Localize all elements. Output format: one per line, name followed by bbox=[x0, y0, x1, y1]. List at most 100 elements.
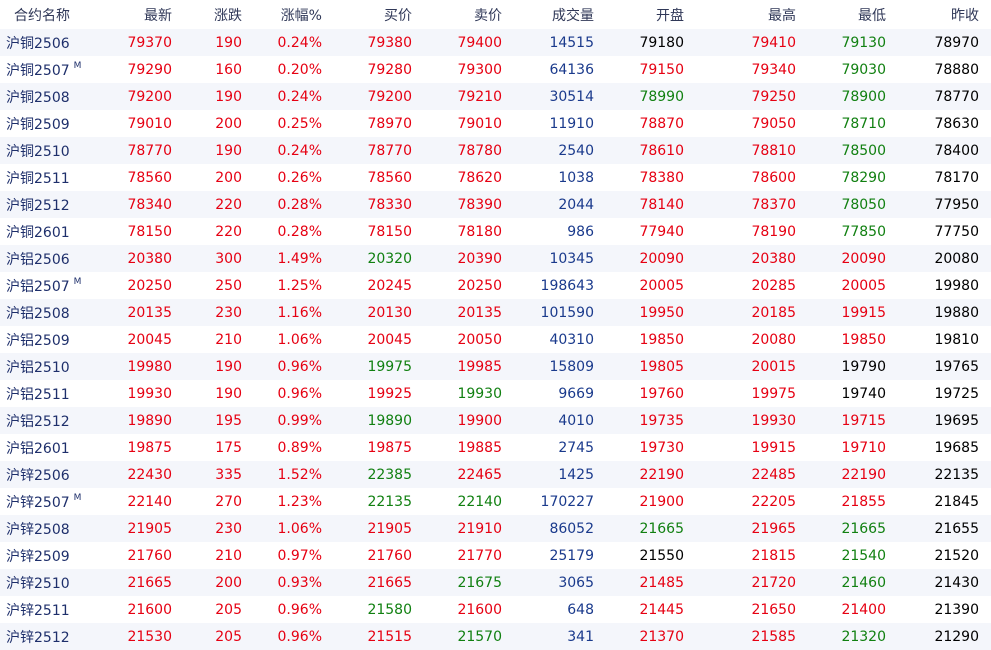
column-header-open[interactable]: 开盘 bbox=[606, 0, 696, 29]
change-cell: 190 bbox=[184, 29, 254, 56]
table-row[interactable]: 沪锌2508 21905 230 1.06% 21905 21910 86052 21665 2… bbox=[0, 515, 991, 542]
table-row[interactable]: 沪铜2506 79370 190 0.24% 79380 79400 14515 79180 7… bbox=[0, 29, 991, 56]
column-header-prev-close[interactable]: 昨收 bbox=[898, 0, 991, 29]
contract-name-cell[interactable]: 沪铜2510 bbox=[0, 137, 100, 164]
column-header-volume[interactable]: 成交量 bbox=[514, 0, 606, 29]
high-cell: 78190 bbox=[696, 218, 808, 245]
contract-name-cell[interactable]: 沪铜2601 bbox=[0, 218, 100, 245]
column-header-last-price[interactable]: 最新 bbox=[100, 0, 184, 29]
contract-name-cell[interactable]: 沪铜2506 bbox=[0, 29, 100, 56]
contract-name-cell[interactable]: 沪锌2512 bbox=[0, 623, 100, 650]
contract-name-cell[interactable]: 沪铜2509 bbox=[0, 110, 100, 137]
column-header-high[interactable]: 最高 bbox=[696, 0, 808, 29]
contract-name-cell[interactable]: 沪锌2509 bbox=[0, 542, 100, 569]
ask-cell: 19930 bbox=[424, 380, 514, 407]
table-row[interactable]: 沪铝2506 20380 300 1.49% 20320 20390 10345 20090 2… bbox=[0, 245, 991, 272]
contract-name-cell[interactable]: 沪锌2510 bbox=[0, 569, 100, 596]
last-price-cell: 22140 bbox=[100, 488, 184, 515]
open-cell: 22190 bbox=[606, 461, 696, 488]
column-header-contract-name[interactable]: 合约名称 bbox=[0, 0, 100, 29]
low-cell: 19790 bbox=[808, 353, 898, 380]
table-row[interactable]: 沪铜2510 78770 190 0.24% 78770 78780 2540 78610 78… bbox=[0, 137, 991, 164]
contract-name-cell[interactable]: 沪铝2507 M bbox=[0, 272, 100, 299]
contract-name-cell[interactable]: 沪铜2511 bbox=[0, 164, 100, 191]
table-row[interactable]: 沪铜2601 78150 220 0.28% 78150 78180 986 77940 781… bbox=[0, 218, 991, 245]
change-percent-cell: 0.93% bbox=[254, 569, 334, 596]
contract-name-cell[interactable]: 沪锌2507 M bbox=[0, 488, 100, 515]
high-cell: 20285 bbox=[696, 272, 808, 299]
open-cell: 79150 bbox=[606, 56, 696, 83]
table-row[interactable]: 沪锌2512 21530 205 0.96% 21515 21570 341 21370 215… bbox=[0, 623, 991, 650]
table-row[interactable]: 沪铜2507 M 79290 160 0.20% 79280 79300 64136 79150… bbox=[0, 56, 991, 83]
contract-name-cell[interactable]: 沪铜2507 M bbox=[0, 56, 100, 83]
ask-cell: 20135 bbox=[424, 299, 514, 326]
contract-name-cell[interactable]: 沪铝2601 bbox=[0, 434, 100, 461]
change-cell: 205 bbox=[184, 596, 254, 623]
contract-name-cell[interactable]: 沪铝2506 bbox=[0, 245, 100, 272]
column-header-change-percent[interactable]: 涨幅% bbox=[254, 0, 334, 29]
contract-name: 沪铜2508 bbox=[6, 89, 70, 106]
open-cell: 21370 bbox=[606, 623, 696, 650]
table-row[interactable]: 沪铝2510 19980 190 0.96% 19975 19985 15809 19805 2… bbox=[0, 353, 991, 380]
table-row[interactable]: 沪铝2601 19875 175 0.89% 19875 19885 2745 19730 19… bbox=[0, 434, 991, 461]
bid-cell: 79280 bbox=[334, 56, 424, 83]
table-row[interactable]: 沪铝2507 M 20250 250 1.25% 20245 20250 198643 2000… bbox=[0, 272, 991, 299]
change-percent-cell: 0.89% bbox=[254, 434, 334, 461]
ask-cell: 78180 bbox=[424, 218, 514, 245]
ask-cell: 21770 bbox=[424, 542, 514, 569]
change-percent-cell: 0.28% bbox=[254, 218, 334, 245]
ask-cell: 21675 bbox=[424, 569, 514, 596]
bid-cell: 21665 bbox=[334, 569, 424, 596]
contract-name-cell[interactable]: 沪锌2511 bbox=[0, 596, 100, 623]
table-row[interactable]: 沪铜2509 79010 200 0.25% 78970 79010 11910 78870 7… bbox=[0, 110, 991, 137]
table-row[interactable]: 沪铝2509 20045 210 1.06% 20045 20050 40310 19850 2… bbox=[0, 326, 991, 353]
table-row[interactable]: 沪铜2508 79200 190 0.24% 79200 79210 30514 78990 7… bbox=[0, 83, 991, 110]
table-row[interactable]: 沪锌2511 21600 205 0.96% 21580 21600 648 21445 216… bbox=[0, 596, 991, 623]
contract-name-cell[interactable]: 沪铝2509 bbox=[0, 326, 100, 353]
change-cell: 300 bbox=[184, 245, 254, 272]
prev-close-cell: 21430 bbox=[898, 569, 991, 596]
table-row[interactable]: 沪铝2508 20135 230 1.16% 20130 20135 101590 19950… bbox=[0, 299, 991, 326]
contract-name-cell[interactable]: 沪锌2506 bbox=[0, 461, 100, 488]
change-percent-cell: 1.25% bbox=[254, 272, 334, 299]
ask-cell: 79400 bbox=[424, 29, 514, 56]
column-header-ask[interactable]: 卖价 bbox=[424, 0, 514, 29]
open-cell: 78610 bbox=[606, 137, 696, 164]
high-cell: 20185 bbox=[696, 299, 808, 326]
high-cell: 78810 bbox=[696, 137, 808, 164]
contract-name-cell[interactable]: 沪铝2512 bbox=[0, 407, 100, 434]
open-cell: 19730 bbox=[606, 434, 696, 461]
table-row[interactable]: 沪锌2507 M 22140 270 1.23% 22135 22140 170227 2190… bbox=[0, 488, 991, 515]
contract-name-cell[interactable]: 沪铝2510 bbox=[0, 353, 100, 380]
volume-cell: 2540 bbox=[514, 137, 606, 164]
table-row[interactable]: 沪锌2510 21665 200 0.93% 21665 21675 3065 21485 21… bbox=[0, 569, 991, 596]
contract-name-cell[interactable]: 沪铜2508 bbox=[0, 83, 100, 110]
open-cell: 21550 bbox=[606, 542, 696, 569]
change-percent-cell: 1.52% bbox=[254, 461, 334, 488]
column-header-low[interactable]: 最低 bbox=[808, 0, 898, 29]
open-cell: 78990 bbox=[606, 83, 696, 110]
table-row[interactable]: 沪铝2512 19890 195 0.99% 19890 19900 4010 19735 19… bbox=[0, 407, 991, 434]
change-percent-cell: 0.24% bbox=[254, 83, 334, 110]
volume-cell: 648 bbox=[514, 596, 606, 623]
change-percent-cell: 1.06% bbox=[254, 326, 334, 353]
column-header-change[interactable]: 涨跌 bbox=[184, 0, 254, 29]
volume-cell: 341 bbox=[514, 623, 606, 650]
change-cell: 230 bbox=[184, 299, 254, 326]
contract-name-cell[interactable]: 沪铜2512 bbox=[0, 191, 100, 218]
low-cell: 78290 bbox=[808, 164, 898, 191]
contract-name: 沪铜2511 bbox=[6, 170, 70, 187]
table-row[interactable]: 沪锌2509 21760 210 0.97% 21760 21770 25179 21550 2… bbox=[0, 542, 991, 569]
ask-cell: 22140 bbox=[424, 488, 514, 515]
ask-cell: 20390 bbox=[424, 245, 514, 272]
low-cell: 19915 bbox=[808, 299, 898, 326]
ask-cell: 19985 bbox=[424, 353, 514, 380]
table-row[interactable]: 沪铜2511 78560 200 0.26% 78560 78620 1038 78380 78… bbox=[0, 164, 991, 191]
contract-name-cell[interactable]: 沪铝2508 bbox=[0, 299, 100, 326]
table-row[interactable]: 沪锌2506 22430 335 1.52% 22385 22465 1425 22190 22… bbox=[0, 461, 991, 488]
column-header-bid[interactable]: 买价 bbox=[334, 0, 424, 29]
table-row[interactable]: 沪铝2511 19930 190 0.96% 19925 19930 9669 19760 19… bbox=[0, 380, 991, 407]
table-row[interactable]: 沪铜2512 78340 220 0.28% 78330 78390 2044 78140 78… bbox=[0, 191, 991, 218]
contract-name-cell[interactable]: 沪锌2508 bbox=[0, 515, 100, 542]
contract-name-cell[interactable]: 沪铝2511 bbox=[0, 380, 100, 407]
